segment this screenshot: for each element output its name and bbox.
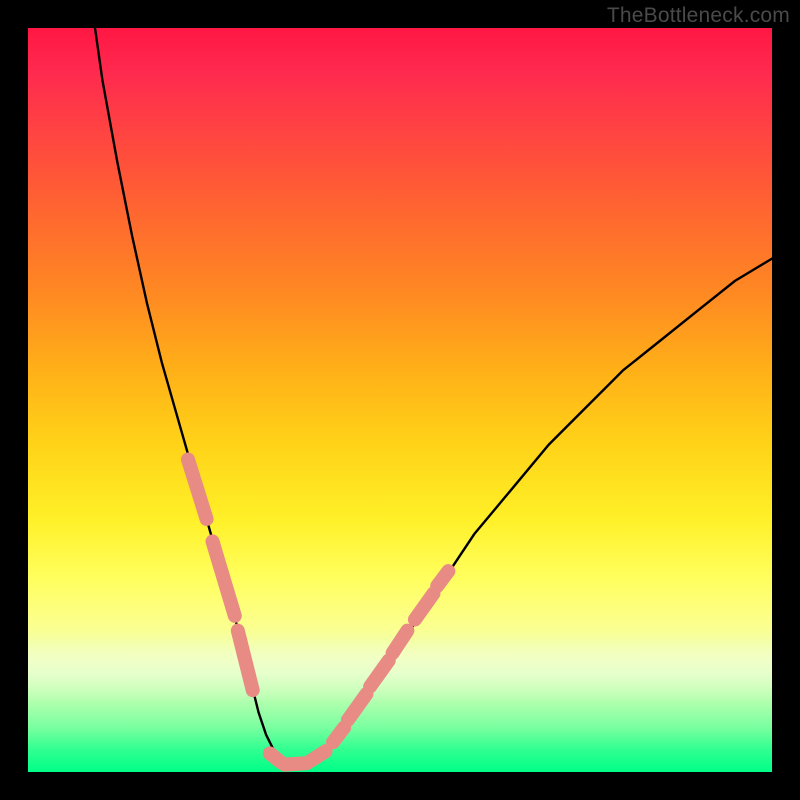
highlight-segment [393, 631, 408, 653]
highlight-segment [370, 660, 389, 686]
curve-line [95, 28, 772, 765]
highlight-segment [188, 460, 207, 520]
highlight-segment [437, 571, 448, 586]
chart-stage: TheBottleneck.com [0, 0, 800, 800]
highlight-segment [285, 763, 307, 765]
highlight-segment [333, 727, 344, 742]
pale-band [28, 632, 772, 702]
highlight-segments [188, 460, 448, 765]
plot-area [28, 28, 772, 772]
chart-svg [28, 28, 772, 772]
highlight-segment [238, 631, 253, 691]
highlight-segment [415, 593, 434, 619]
watermark-text: TheBottleneck.com [607, 4, 790, 28]
highlight-segment [348, 694, 367, 720]
highlight-segment [213, 541, 235, 615]
highlight-segment [311, 751, 326, 761]
highlight-segment [270, 753, 281, 762]
